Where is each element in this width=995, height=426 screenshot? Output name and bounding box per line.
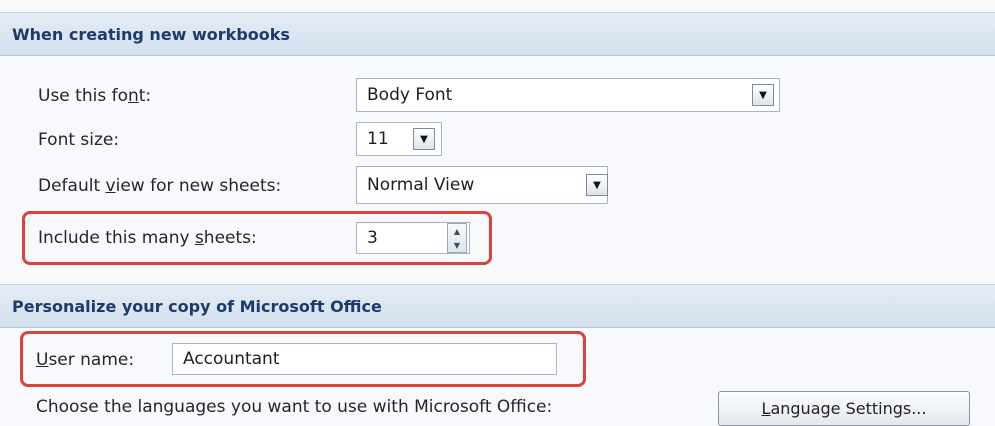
language-settings-button[interactable]: Language Settings... bbox=[718, 391, 970, 426]
sheets-label: Include this many sheets: bbox=[38, 228, 257, 248]
font-size-value: 11 bbox=[367, 129, 389, 149]
font-size-label: Font size: bbox=[38, 130, 120, 150]
default-view-select[interactable]: Normal View bbox=[356, 166, 608, 204]
section-header-personalize: Personalize your copy of Microsoft Offic… bbox=[0, 284, 995, 328]
font-size-dropdown-icon[interactable]: ▼ bbox=[413, 128, 435, 150]
user-name-value: Accountant bbox=[183, 349, 280, 369]
sheets-spinner[interactable]: ▲ ▼ bbox=[447, 223, 467, 253]
user-name-input[interactable]: Accountant bbox=[172, 343, 557, 375]
spin-up-icon[interactable]: ▲ bbox=[454, 227, 460, 236]
spin-down-icon[interactable]: ▼ bbox=[454, 241, 460, 250]
sheets-count-value: 3 bbox=[367, 228, 378, 248]
default-view-value: Normal View bbox=[367, 175, 475, 195]
font-label: Use this font: bbox=[38, 86, 152, 106]
font-select[interactable]: Body Font bbox=[356, 78, 780, 112]
font-select-value: Body Font bbox=[367, 85, 453, 105]
user-name-label: User name: bbox=[36, 350, 135, 370]
section-title: When creating new workbooks bbox=[12, 24, 290, 44]
section-header-new-workbooks: When creating new workbooks bbox=[0, 12, 995, 56]
default-view-dropdown-icon[interactable]: ▼ bbox=[586, 174, 608, 196]
font-dropdown-icon[interactable]: ▼ bbox=[752, 84, 774, 106]
section-title: Personalize your copy of Microsoft Offic… bbox=[12, 296, 382, 316]
default-view-label: Default view for new sheets: bbox=[38, 176, 282, 196]
languages-label: Choose the languages you want to use wit… bbox=[36, 397, 553, 417]
